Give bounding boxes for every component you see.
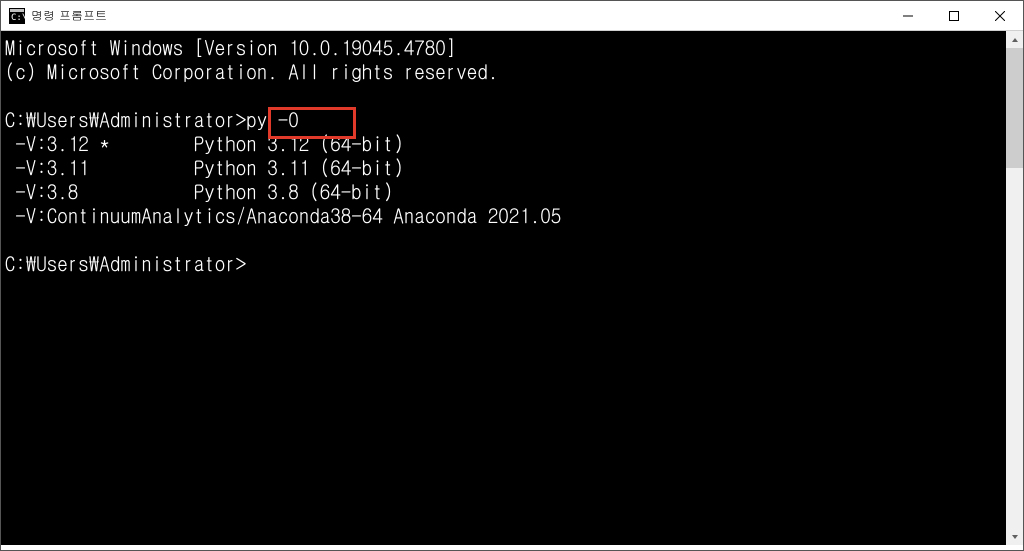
scrollbar-thumb[interactable] <box>1006 48 1023 168</box>
bottom-strip <box>1 545 1023 550</box>
content-area: Microsoft Windows [Version 10.0.19045.47… <box>1 31 1023 545</box>
svg-text:C:\: C:\ <box>11 13 25 23</box>
terminal-line: C:\Users\Administrator> <box>5 251 1006 275</box>
window-title: 명령 프롬프트 <box>31 7 107 24</box>
maximize-button[interactable] <box>931 1 977 30</box>
terminal[interactable]: Microsoft Windows [Version 10.0.19045.47… <box>1 31 1006 545</box>
window-controls <box>885 1 1023 30</box>
close-button[interactable] <box>977 1 1023 30</box>
scroll-up-button[interactable] <box>1006 31 1023 48</box>
scrollbar-track[interactable] <box>1006 48 1023 528</box>
titlebar[interactable]: C:\ 명령 프롬프트 <box>1 1 1023 31</box>
scroll-down-button[interactable] <box>1006 528 1023 545</box>
terminal-line: (c) Microsoft Corporation. All rights re… <box>5 59 1006 83</box>
terminal-line: -V:ContinuumAnalytics/Anaconda38-64 Anac… <box>5 203 1006 227</box>
minimize-button[interactable] <box>885 1 931 30</box>
cmd-icon: C:\ <box>9 8 25 24</box>
scrollbar-vertical[interactable] <box>1006 31 1023 545</box>
window: C:\ 명령 프롬프트 Microsoft Windows [Version 1… <box>0 0 1024 551</box>
